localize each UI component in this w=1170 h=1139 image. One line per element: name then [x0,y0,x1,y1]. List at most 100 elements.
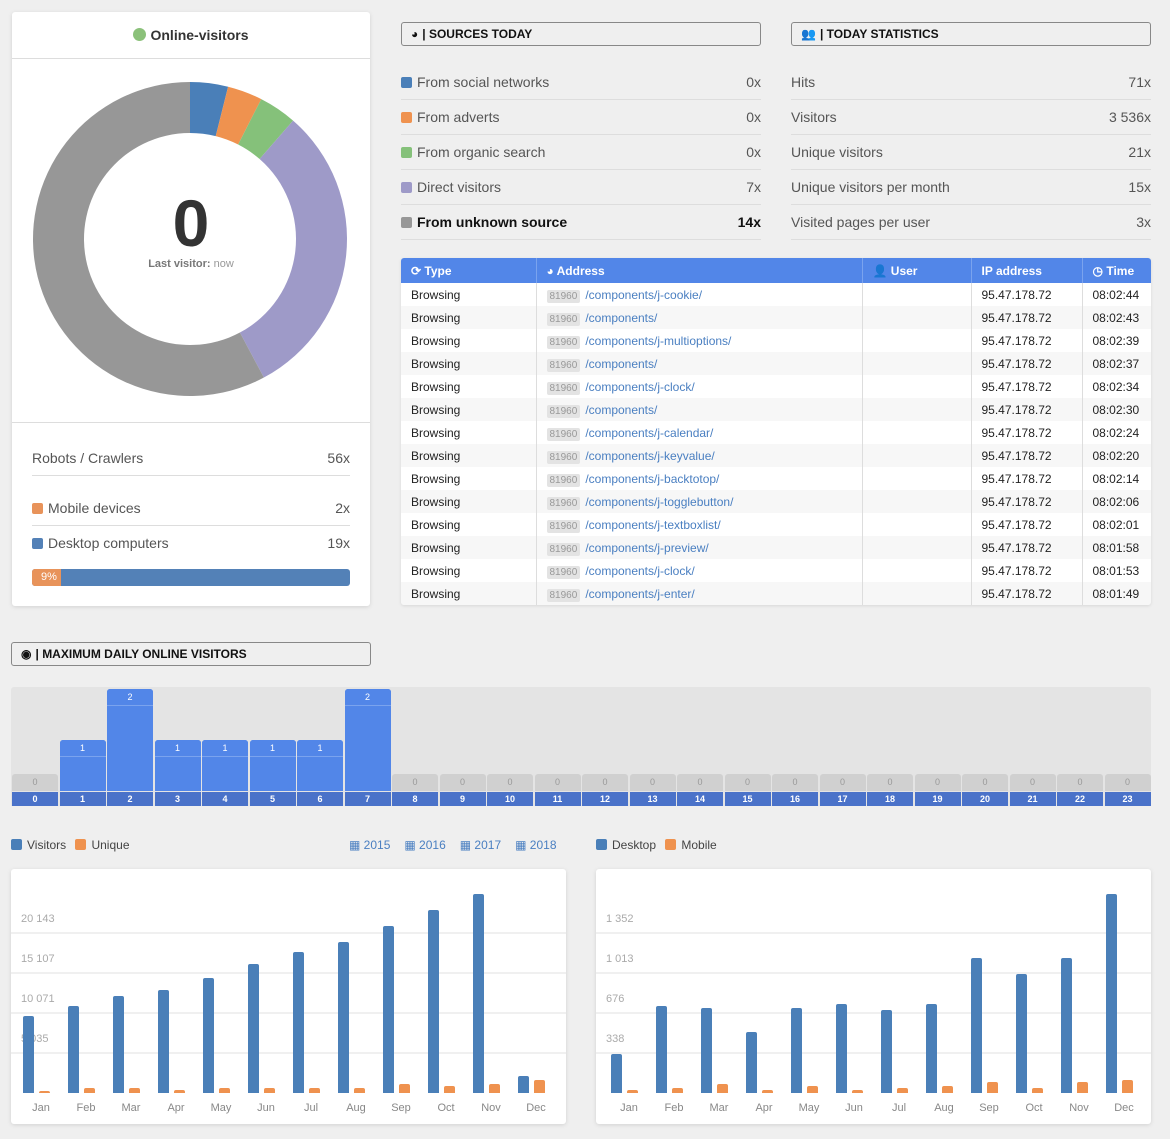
year-link-2017[interactable]: ▦ 2017 [460,838,501,852]
secondary-bar-apr[interactable] [762,1090,773,1093]
col-user[interactable]: 👤 User [861,258,971,283]
secondary-bar-jun[interactable] [852,1090,863,1093]
address-link[interactable]: /components/ [585,311,657,325]
col-ip[interactable]: IP address [970,258,1082,283]
hour-bar[interactable]: 0 [1009,774,1056,791]
address-link[interactable]: /components/ [585,403,657,417]
id-badge: 81960 [546,542,581,556]
address-link[interactable]: /components/j-enter/ [585,587,694,601]
hour-bar[interactable]: 0 [962,774,1008,791]
secondary-bar-jan[interactable] [627,1090,638,1093]
primary-bar-may[interactable] [203,977,214,1093]
address-link[interactable]: /components/j-clock/ [585,564,694,578]
secondary-bar-dec[interactable] [534,1079,545,1093]
primary-bar-aug[interactable] [338,941,349,1093]
primary-bar-jun[interactable] [836,1004,847,1093]
primary-bar-apr[interactable] [158,989,169,1093]
secondary-bar-feb[interactable] [672,1088,683,1093]
primary-bar-mar[interactable] [113,996,124,1093]
secondary-bar-oct[interactable] [1032,1088,1043,1093]
secondary-bar-jan[interactable] [39,1091,50,1093]
secondary-bar-dec[interactable] [1122,1079,1133,1093]
secondary-bar-jul[interactable] [309,1087,320,1093]
hour-bar[interactable]: 0 [439,774,486,791]
hour-bar[interactable]: 2 [344,689,391,791]
address-link[interactable]: /components/j-cookie/ [585,288,702,302]
year-link-2016[interactable]: ▦ 2016 [404,838,445,852]
primary-bar-jul[interactable] [881,1010,892,1093]
secondary-bar-sep[interactable] [987,1081,998,1093]
secondary-bar-mar[interactable] [717,1084,728,1093]
secondary-bar-may[interactable] [219,1087,230,1093]
primary-bar-oct[interactable] [1016,973,1027,1093]
secondary-bar-aug[interactable] [354,1087,365,1093]
address-link[interactable]: /components/j-backtotop/ [585,472,719,486]
source-color-icon [401,112,412,123]
primary-bar-sep[interactable] [971,957,982,1093]
primary-bar-feb[interactable] [68,1006,79,1093]
address-link[interactable]: /components/j-textboxlist/ [585,518,720,532]
primary-bar-oct[interactable] [428,909,439,1093]
secondary-bar-may[interactable] [807,1086,818,1093]
hour-bar[interactable]: 0 [724,774,771,791]
year-link-2015[interactable]: ▦ 2015 [349,838,390,852]
hour-bar[interactable]: 0 [1057,774,1103,791]
hour-bar[interactable]: 2 [107,689,153,791]
secondary-bar-oct[interactable] [444,1086,455,1093]
daily-header: ◉ | MAXIMUM DAILY ONLINE VISITORS [11,642,371,666]
primary-bar-aug[interactable] [926,1004,937,1093]
address-link[interactable]: /components/j-multioptions/ [585,334,731,348]
address-link[interactable]: /components/ [585,357,657,371]
hour-bar[interactable]: 1 [154,740,201,791]
secondary-bar-jun[interactable] [264,1087,275,1093]
primary-bar-sep[interactable] [383,926,394,1093]
primary-bar-jan[interactable] [23,1016,34,1093]
hour-bar[interactable]: 1 [202,740,248,791]
hour-bar[interactable]: 1 [59,740,106,791]
hour-bar[interactable]: 0 [819,774,866,791]
hour-bar[interactable]: 1 [249,740,296,791]
address-cell: 81960/components/j-multioptions/ [535,329,862,352]
primary-bar-feb[interactable] [656,1006,667,1093]
hour-label: 17 [819,792,866,806]
primary-bar-jul[interactable] [293,952,304,1093]
year-link-2018[interactable]: ▦ 2018 [515,838,556,852]
address-link[interactable]: /components/j-keyvalue/ [585,449,714,463]
primary-bar-jan[interactable] [611,1053,622,1093]
hour-bar[interactable]: 0 [867,774,913,791]
hour-bar[interactable]: 0 [582,774,628,791]
col-time[interactable]: ◷ Time [1081,258,1151,283]
primary-bar-jun[interactable] [248,964,259,1093]
hour-bar[interactable]: 0 [914,774,961,791]
col-address[interactable]: ◕ Address [535,258,862,283]
primary-bar-may[interactable] [791,1008,802,1093]
secondary-bar-jul[interactable] [897,1088,908,1093]
address-link[interactable]: /components/j-togglebutton/ [585,495,733,509]
hour-bar[interactable]: 0 [487,774,533,791]
hour-bar[interactable]: 0 [534,774,581,791]
hour-bar[interactable]: 0 [392,774,438,791]
hour-bar[interactable]: 0 [772,774,818,791]
secondary-bar-apr[interactable] [174,1089,185,1093]
address-link[interactable]: /components/j-preview/ [585,541,708,555]
col-type[interactable]: ⟳ Type [401,258,536,283]
primary-bar-mar[interactable] [701,1008,712,1093]
secondary-bar-feb[interactable] [84,1087,95,1093]
hour-bar[interactable]: 0 [1104,774,1151,791]
primary-bar-dec[interactable] [1106,893,1117,1093]
secondary-bar-nov[interactable] [489,1084,500,1093]
primary-bar-nov[interactable] [1061,957,1072,1093]
address-link[interactable]: /components/j-calendar/ [585,426,713,440]
secondary-bar-sep[interactable] [399,1084,410,1093]
hour-bar[interactable]: 0 [12,774,58,791]
hour-bar[interactable]: 1 [297,740,343,791]
primary-bar-dec[interactable] [518,1076,529,1093]
secondary-bar-mar[interactable] [129,1087,140,1093]
hour-bar[interactable]: 0 [629,774,676,791]
primary-bar-apr[interactable] [746,1032,757,1093]
hour-bar[interactable]: 0 [677,774,723,791]
secondary-bar-aug[interactable] [942,1086,953,1093]
primary-bar-nov[interactable] [473,894,484,1093]
secondary-bar-nov[interactable] [1077,1081,1088,1093]
address-link[interactable]: /components/j-clock/ [585,380,694,394]
